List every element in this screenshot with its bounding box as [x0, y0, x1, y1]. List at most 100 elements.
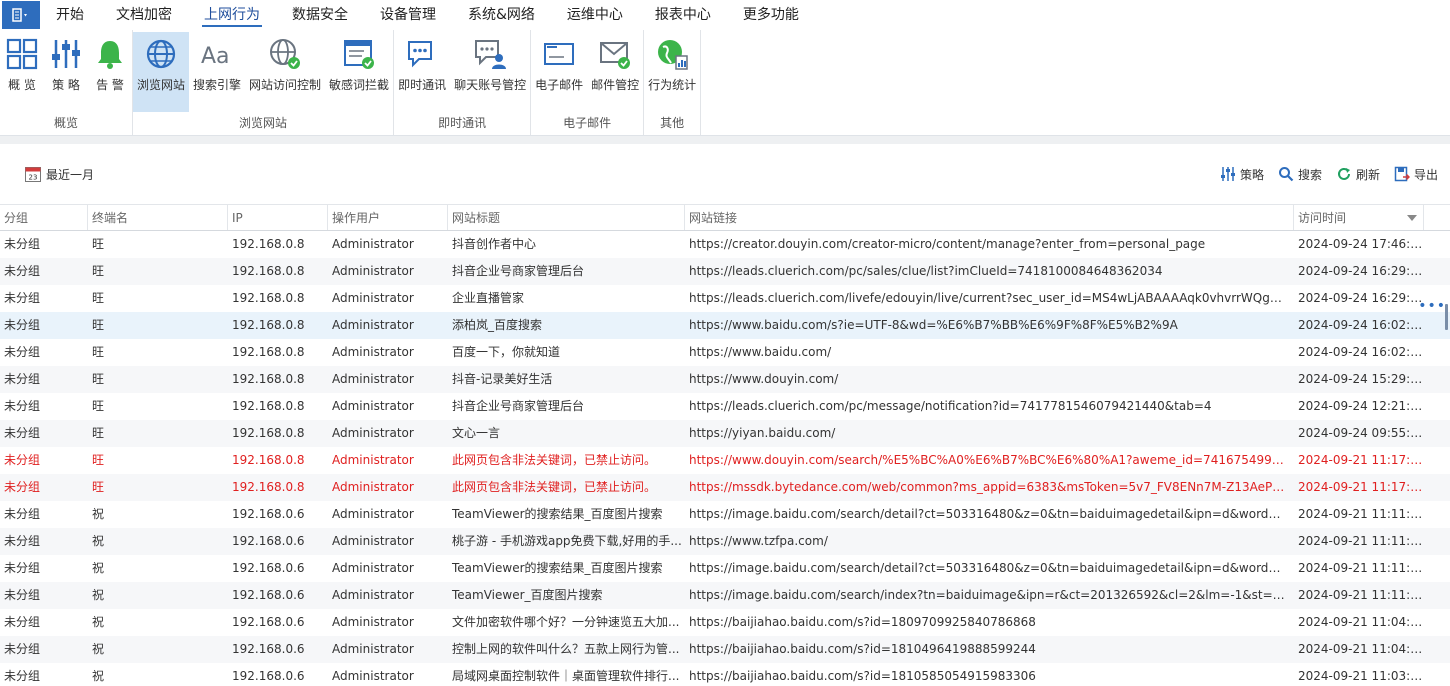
column-header-2[interactable]: IP: [228, 205, 328, 230]
table-cell: https://baijiahao.baidu.com/s?id=1810585…: [689, 669, 1036, 683]
table-cell: 2024-09-21 11:11:49: [1298, 507, 1424, 521]
ribbon-group-0: 概 览 策 略 告 警概览: [0, 30, 133, 135]
column-header-0[interactable]: 分组: [0, 205, 88, 230]
table-row[interactable]: 未分组 祝 192.168.0.6 Administrator TeamViewer的搜…: [0, 555, 1450, 582]
table-row[interactable]: 未分组 旺 192.168.0.8 Administrator 添柏岚_百度搜索 http…: [0, 312, 1450, 339]
table-cell: Administrator: [332, 291, 414, 305]
table-row[interactable]: 未分组 旺 192.168.0.8 Administrator 企业直播管家 https:…: [0, 285, 1450, 312]
table-cell: 旺: [92, 480, 105, 494]
table-cell: 2024-09-24 17:46:11: [1298, 237, 1424, 251]
table-cell: https://image.baidu.com/search/detail?ct…: [689, 507, 1294, 521]
table-cell: Administrator: [332, 480, 414, 494]
ribbon-button-3-1[interactable]: 邮件管控: [587, 32, 643, 112]
column-header-5[interactable]: 网站链接: [685, 205, 1294, 230]
table-cell: 旺: [92, 264, 105, 278]
table-cell: 192.168.0.6: [232, 669, 305, 683]
ribbon-button-2-1[interactable]: 聊天账号管控: [450, 32, 530, 112]
table-cell: 此网页包含非法关键词，已禁止访问。: [452, 480, 657, 494]
sort-desc-icon[interactable]: [1407, 215, 1417, 221]
ribbon-button-0-0[interactable]: 概 览: [0, 32, 44, 112]
table-cell: 2024-09-24 16:29:54: [1298, 264, 1424, 278]
table-cell: 未分组: [4, 588, 41, 602]
ribbon-group-label: 概览: [53, 116, 78, 130]
table-row[interactable]: 未分组 祝 192.168.0.6 Administrator TeamViewer_百…: [0, 582, 1450, 609]
table-cell: 旺: [92, 372, 105, 386]
table-cell: 2024-09-21 11:04:57: [1298, 615, 1424, 629]
column-header-4[interactable]: 网站标题: [448, 205, 685, 230]
table-cell: https://www.baidu.com/s?ie=UTF-8&wd=%E6%…: [689, 318, 1178, 332]
ribbon-button-label: 行为统计: [648, 78, 697, 92]
table-row[interactable]: 未分组 祝 192.168.0.6 Administrator 局域网桌面控制软件｜桌面…: [0, 663, 1450, 686]
table-body: 未分组旺 192.168.0.8 Administrator 抖音创作者中心 https…: [0, 231, 1450, 686]
ribbon-button-4-0[interactable]: 行为统计: [644, 32, 700, 112]
table-cell: 2024-09-21 11:11:45: [1298, 534, 1424, 548]
menu-tab-1[interactable]: 文档加密: [100, 0, 188, 30]
row-more-icon[interactable]: •••: [1418, 298, 1446, 314]
app-menu-button[interactable]: [2, 1, 40, 29]
menu-tab-5[interactable]: 系统&网络: [452, 0, 551, 30]
table-cell: https://leads.cluerich.com/pc/message/no…: [689, 399, 1212, 413]
ribbon-button-0-2[interactable]: 告 警: [88, 32, 132, 112]
menu-tab-0[interactable]: 开始: [40, 0, 100, 30]
ribbon-button-1-3[interactable]: 敏感词拦截: [325, 32, 393, 112]
table-cell: Administrator: [332, 318, 414, 332]
table-row[interactable]: 未分组 旺 192.168.0.8 Administrator 抖音企业号商家管理后台 h…: [0, 258, 1450, 285]
menu-bar: 开始 文档加密 上网行为 数据安全 设备管理 系统&网络 运维中心 报表中心 更多功能: [0, 0, 1450, 30]
table-cell: 抖音企业号商家管理后台: [452, 399, 585, 413]
menu-tab-7[interactable]: 报表中心: [639, 0, 727, 30]
email-check-icon: [597, 36, 633, 72]
table-row[interactable]: 未分组 祝 192.168.0.6 Administrator 控制上网的软件叫什么？五…: [0, 636, 1450, 663]
globe-control-icon: [267, 36, 303, 72]
ribbon-button-0-1[interactable]: 策 略: [44, 32, 88, 112]
table-row[interactable]: 未分组 祝 192.168.0.6 Administrator TeamViewer的搜…: [0, 501, 1450, 528]
ribbon-button-1-2[interactable]: 网站访问控制: [245, 32, 325, 112]
table-row[interactable]: 未分组 旺 192.168.0.8 Administrator 此网页包含非法关键词，已…: [0, 474, 1450, 501]
table-row[interactable]: 未分组 祝 192.168.0.6 Administrator 文件加密软件哪个好？一分…: [0, 609, 1450, 636]
table-cell: 未分组: [4, 345, 41, 359]
table-cell: 192.168.0.8: [232, 399, 305, 413]
ribbon-button-1-0[interactable]: 浏览网站: [133, 32, 190, 112]
table-cell: 旺: [92, 399, 105, 413]
table-cell: 百度一下，你就知道: [452, 345, 561, 359]
table-cell: 2024-09-21 11:17:56: [1298, 453, 1424, 467]
ribbon-button-label: 即时通讯: [398, 78, 447, 92]
menu-tab-3[interactable]: 数据安全: [276, 0, 364, 30]
ribbon-button-3-0[interactable]: 电子邮件: [531, 32, 587, 112]
table-row[interactable]: 未分组 旺 192.168.0.8 Administrator 抖音企业号商家管理后台 h…: [0, 393, 1450, 420]
date-range-selector[interactable]: 23 最近一月: [24, 165, 94, 183]
column-header-1[interactable]: 终端名: [88, 205, 228, 230]
table-cell: https://www.douyin.com/: [689, 372, 839, 386]
table-row[interactable]: 未分组 旺 192.168.0.8 Administrator 文心一言 https://…: [0, 420, 1450, 447]
table-row[interactable]: 未分组 旺 192.168.0.8 Administrator 百度一下，你就知道 htt…: [0, 339, 1450, 366]
table-row[interactable]: 未分组 祝 192.168.0.6 Administrator 桃子游 - 手机游戏ap…: [0, 528, 1450, 555]
table-cell: 未分组: [4, 480, 41, 494]
table-cell: Administrator: [332, 507, 414, 521]
table-cell: 未分组: [4, 669, 41, 683]
search-button[interactable]: 搜索: [1278, 166, 1322, 183]
ribbon-divider: [0, 136, 1450, 144]
table-cell: 抖音创作者中心: [452, 237, 537, 251]
table-cell: https://mssdk.bytedance.com/web/common?m…: [689, 480, 1294, 494]
ribbon-group-3: 电子邮件 邮件管控 电子邮件: [531, 30, 645, 135]
menu-tab-4[interactable]: 设备管理: [364, 0, 452, 30]
table-cell: https://leads.cluerich.com/livefe/edouyi…: [689, 291, 1294, 305]
column-header-3[interactable]: 操作用户: [328, 205, 448, 230]
table-cell: 2024-09-21 11:04:15: [1298, 642, 1424, 656]
table-cell: TeamViewer_百度图片搜索: [452, 588, 603, 602]
table-row[interactable]: 未分组 旺 192.168.0.8 Administrator 此网页包含非法关键词，已…: [0, 447, 1450, 474]
export-button[interactable]: 导出: [1394, 166, 1438, 183]
table-cell: 未分组: [4, 426, 41, 440]
table-row[interactable]: 未分组 旺 192.168.0.8 Administrator 抖音创作者中心 https…: [0, 231, 1450, 258]
email-icon: [541, 36, 577, 72]
vertical-scrollbar[interactable]: [1445, 304, 1448, 330]
menu-tab-6[interactable]: 运维中心: [551, 0, 639, 30]
ribbon-button-2-0[interactable]: 即时通讯: [394, 32, 450, 112]
menu-tab-8[interactable]: 更多功能: [727, 0, 815, 30]
ribbon-button-1-1[interactable]: Aa 搜索引擎: [189, 32, 245, 112]
column-header-6[interactable]: 访问时间: [1294, 205, 1424, 230]
policy-button[interactable]: 策略: [1220, 166, 1264, 183]
menu-tab-2[interactable]: 上网行为: [188, 0, 276, 30]
table-row[interactable]: 未分组 旺 192.168.0.8 Administrator 抖音-记录美好生活 htt…: [0, 366, 1450, 393]
table-cell: 抖音-记录美好生活: [452, 372, 553, 386]
refresh-button[interactable]: 刷新: [1336, 166, 1380, 183]
